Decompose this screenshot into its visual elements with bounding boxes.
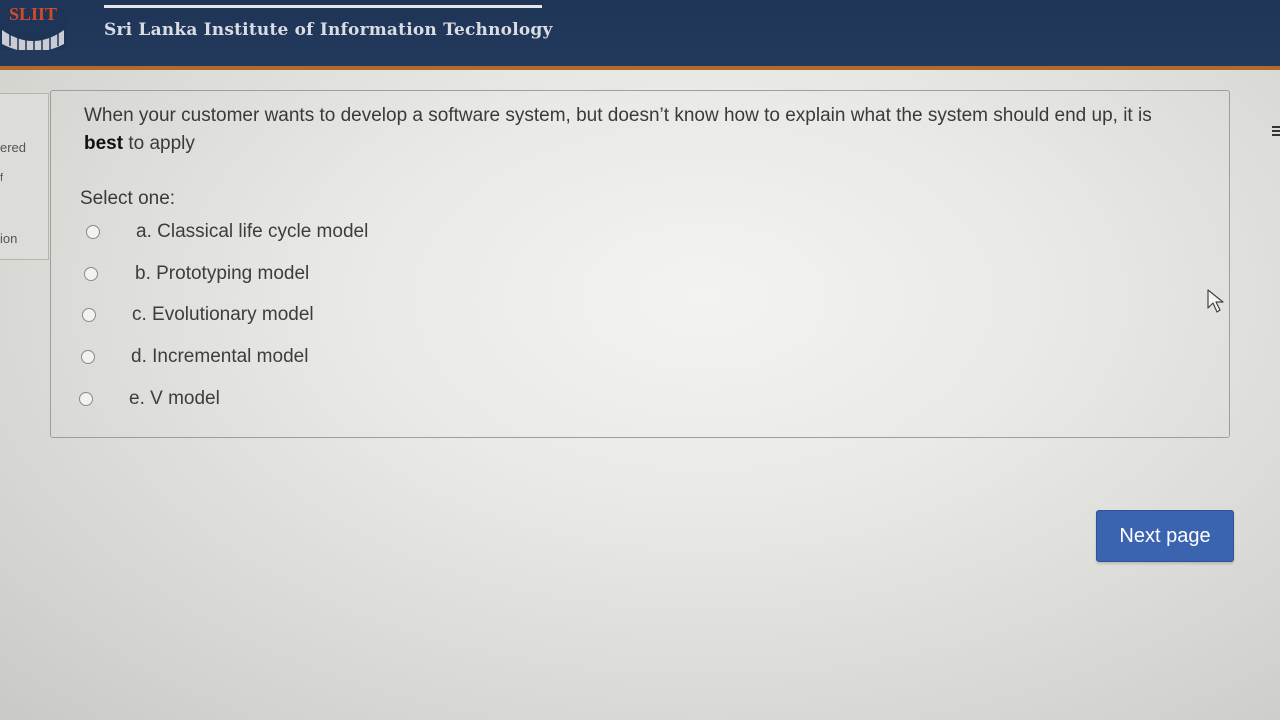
institution-name: Sri Lanka Institute of Information Techn… [104, 20, 553, 40]
radio-icon[interactable] [86, 225, 100, 239]
answer-option-b[interactable]: b. Prototyping model [84, 261, 309, 287]
answer-option-a[interactable]: a. Classical life cycle model [86, 219, 368, 245]
radio-icon[interactable] [81, 350, 95, 364]
menu-edge-icon [1272, 126, 1280, 136]
answer-option-e[interactable]: e. V model [79, 386, 220, 412]
mouse-cursor-icon [1207, 289, 1224, 313]
option-label: d. Incremental model [131, 346, 309, 367]
logo-text: SLIIT [9, 4, 57, 24]
question-text-start: When your customer wants to develop a so… [84, 105, 1152, 126]
logo-icon[interactable]: SLIIT [0, 0, 66, 50]
sidebar-status-fragment: ered [0, 140, 27, 155]
select-one-label: Select one: [80, 188, 176, 209]
question-emphasis: best [84, 133, 124, 154]
option-label: b. Prototyping model [135, 263, 310, 284]
answer-option-c[interactable]: c. Evolutionary model [82, 302, 314, 328]
question-text: When your customer wants to develop a so… [84, 102, 1164, 158]
site-header: SLIIT Sri Lanka Institute of Information… [0, 0, 1280, 70]
option-label: c. Evolutionary model [132, 304, 314, 325]
radio-icon[interactable] [84, 267, 98, 281]
question-text-end: to apply [123, 133, 195, 154]
option-label: e. V model [129, 388, 220, 409]
answer-option-d[interactable]: d. Incremental model [81, 344, 308, 370]
sidebar-flag-fragment[interactable]: ion [0, 231, 17, 246]
radio-icon[interactable] [79, 392, 93, 406]
header-rule [104, 5, 542, 8]
next-page-button[interactable]: Next page [1096, 510, 1234, 562]
sidebar-mark-fragment: f [0, 172, 4, 184]
option-label: a. Classical life cycle model [136, 221, 369, 242]
radio-icon[interactable] [82, 308, 96, 322]
